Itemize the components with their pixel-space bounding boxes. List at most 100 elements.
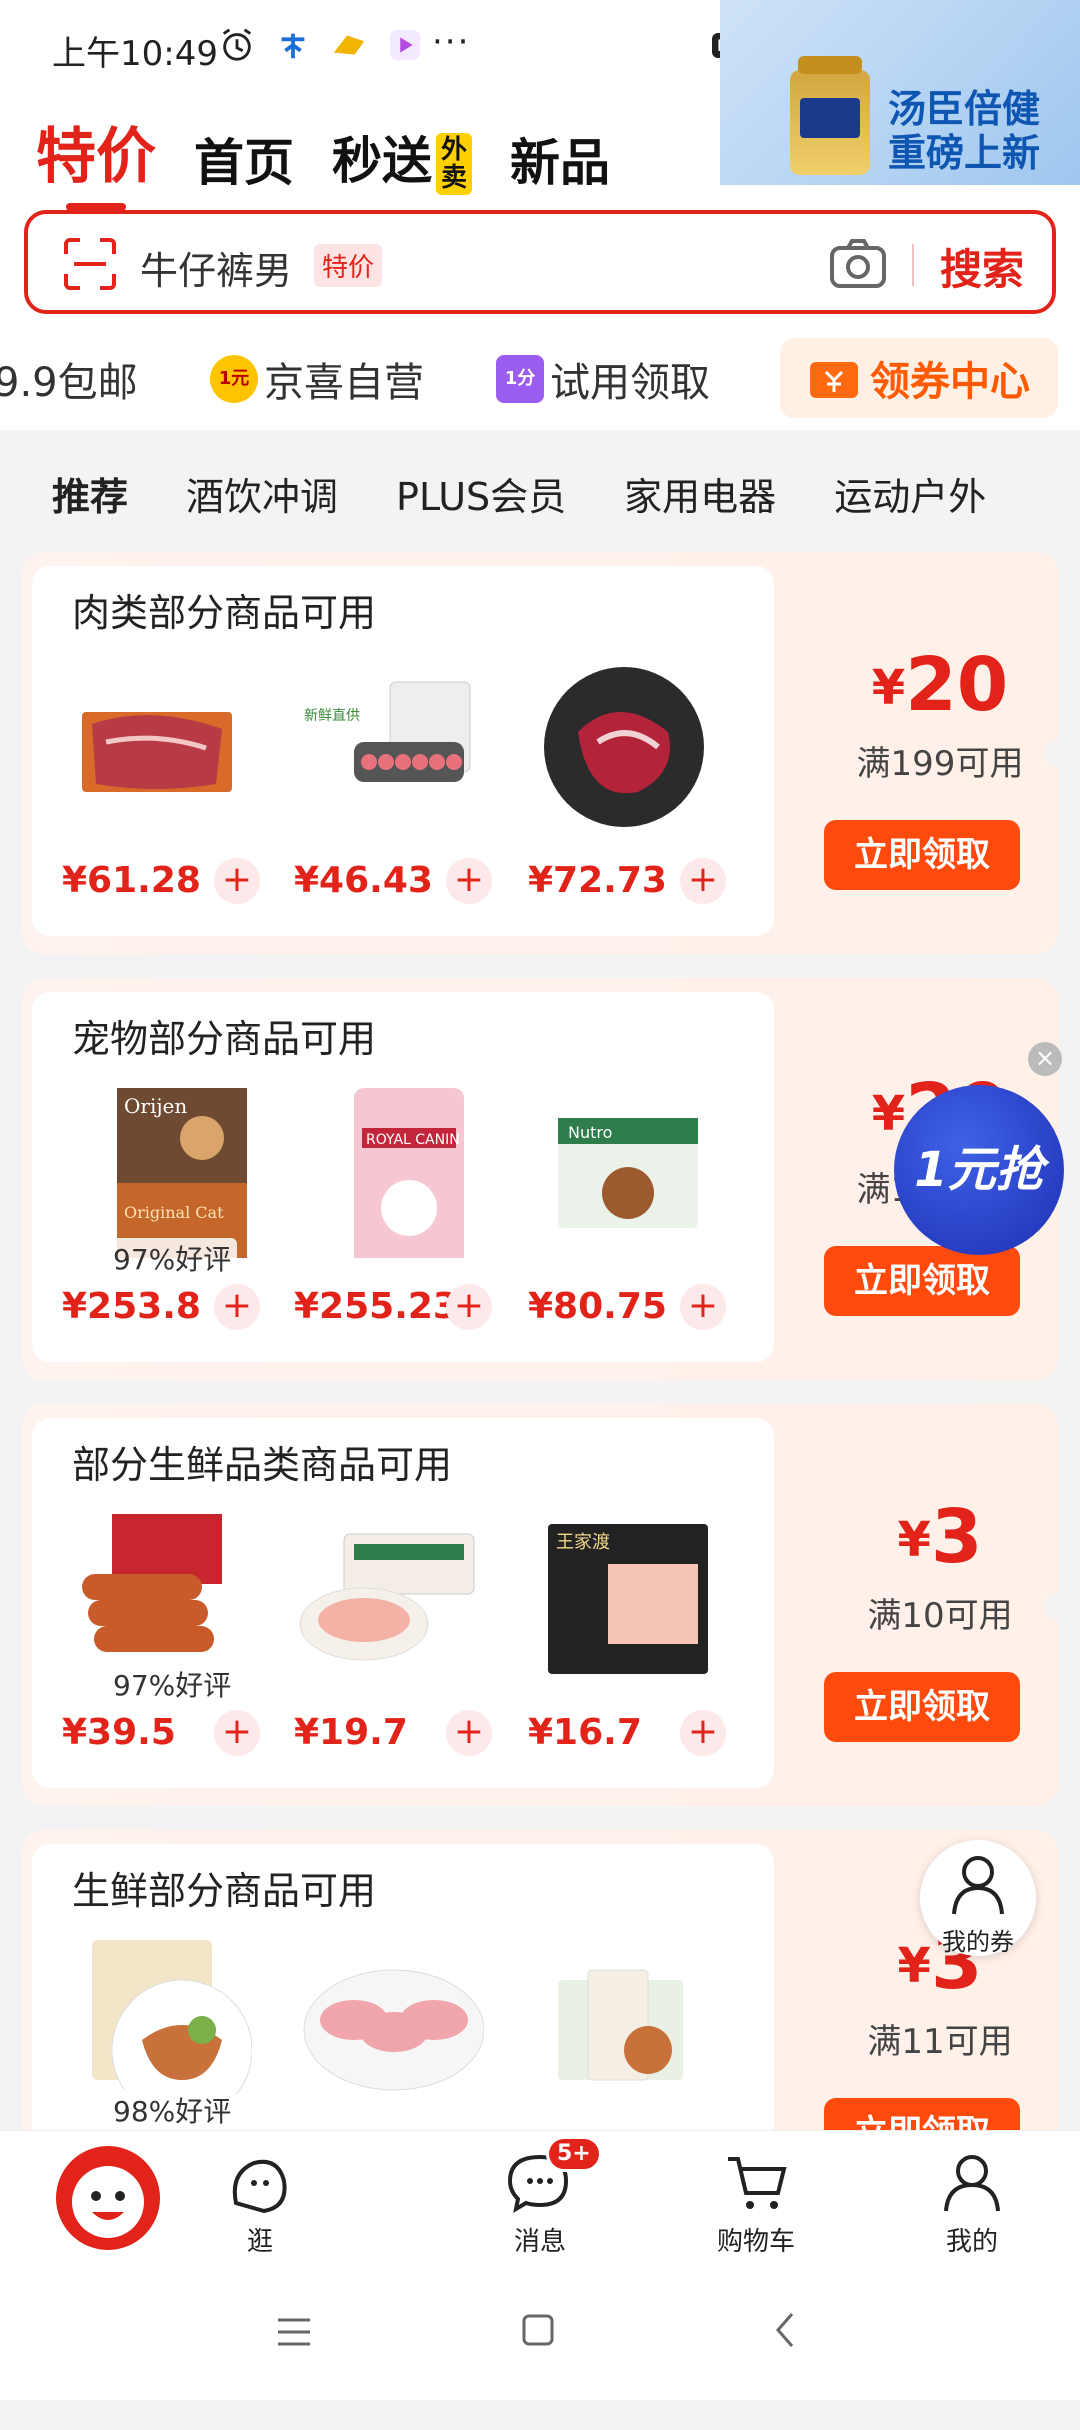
coupon-condition: 满10可用 — [867, 1596, 1013, 1636]
product-image: ROYAL CANIN — [354, 1088, 464, 1258]
system-navigation-bar — [0, 2280, 1080, 2400]
add-to-cart-button[interactable]: + — [680, 1710, 726, 1756]
product-price: ¥46.43 — [294, 860, 433, 901]
product-item[interactable]: ¥19.7 + — [284, 1514, 494, 1756]
scan-icon[interactable] — [62, 236, 118, 292]
back-icon[interactable] — [770, 2310, 800, 2350]
menu-icon[interactable] — [274, 2314, 314, 2350]
add-to-cart-button[interactable]: + — [680, 1284, 726, 1330]
nav-cart[interactable]: 购物车 — [696, 2151, 816, 2258]
coupon-title: 生鲜部分商品可用 — [72, 1869, 377, 1913]
shortcut-free-shipping[interactable]: 9.9包邮 — [0, 350, 138, 408]
claim-coupon-button[interactable]: 立即领取 — [824, 1246, 1020, 1316]
product-image — [82, 712, 232, 792]
add-to-cart-button[interactable]: + — [446, 1710, 492, 1756]
search-button[interactable]: 搜索 — [940, 236, 1024, 297]
product-item[interactable]: ¥61.28 + — [52, 662, 262, 904]
shortcut-row: 9.9包邮 1元 京喜自营 1分 试用领取 领券中心 — [0, 330, 1080, 430]
product-price: ¥16.7 — [528, 1712, 642, 1753]
product-image — [558, 1969, 683, 2081]
product-price: ¥61.28 — [62, 860, 201, 901]
search-bar[interactable]: 牛仔裤男 特价 搜索 — [24, 210, 1056, 314]
my-coupons-button[interactable]: 我的券 — [920, 1840, 1036, 1956]
nav-label: 逛 — [246, 2227, 273, 2257]
category-tab[interactable]: 酒饮冲调 — [186, 466, 338, 521]
svg-text:Nutro: Nutro — [568, 1123, 612, 1142]
one-yuan-badge-icon: 1元 — [210, 355, 258, 403]
camera-icon[interactable] — [828, 236, 888, 292]
product-image — [303, 1969, 484, 2091]
divider — [912, 244, 914, 286]
product-image — [299, 1533, 475, 1661]
nav-label: 我的 — [945, 2227, 998, 2257]
nav-label: 购物车 — [716, 2227, 795, 2257]
product-item[interactable]: 97%好评 ¥39.5 + — [52, 1514, 262, 1756]
svg-text:王家渡: 王家渡 — [556, 1532, 610, 1553]
svg-text:Original Cat: Original Cat — [124, 1203, 224, 1222]
coupon-amount: ¥20 — [871, 642, 1009, 728]
category-tab[interactable]: PLUS会员 — [396, 466, 566, 521]
product-price: ¥80.75 — [528, 1286, 667, 1327]
shortcut-label: 试用领取 — [550, 360, 710, 406]
coupon-center-button[interactable]: 领券中心 — [780, 338, 1058, 418]
coupon-card[interactable]: 肉类部分商品可用 ¥61.28 + 新鲜直供 ¥46.43 + ¥72.73 +… — [22, 552, 1058, 954]
add-to-cart-button[interactable]: + — [214, 1284, 260, 1330]
claim-coupon-button[interactable]: 立即领取 — [824, 1672, 1020, 1742]
shortcut-jingxi[interactable]: 1元 京喜自营 — [210, 350, 424, 408]
product-item[interactable]: ¥72.73 + — [518, 662, 728, 904]
category-tab[interactable]: 家用电器 — [624, 466, 776, 521]
cart-icon — [728, 2157, 787, 2209]
close-icon[interactable]: × — [1028, 1042, 1062, 1076]
tab-special-price[interactable]: 特价 — [36, 108, 156, 211]
product-item[interactable]: 新鲜直供 ¥46.43 + — [284, 662, 494, 904]
search-input[interactable]: 牛仔裤男 — [140, 240, 292, 295]
my-coupons-label: 我的券 — [942, 1928, 1014, 1956]
tab-label: 秒送 — [332, 131, 432, 190]
coupon-card[interactable]: 部分生鲜品类商品可用 97%好评 ¥39.5 + ¥19.7 + 王家渡 ¥16… — [22, 1404, 1058, 1806]
product-price: ¥253.8 — [62, 1286, 201, 1327]
mascot-icon — [72, 2166, 144, 2238]
one-cent-badge-icon: 1分 — [496, 355, 544, 403]
coupon-products: 宠物部分商品可用 Orijen Original Cat 97%好评 ¥253.8… — [32, 992, 774, 1362]
coupon-icon — [810, 362, 858, 398]
takeout-tag: 外卖 — [436, 133, 472, 195]
nav-me[interactable]: 我的 — [912, 2151, 1032, 2258]
category-tab[interactable]: 运动户外 — [834, 466, 986, 521]
shortcut-label: 9.9包邮 — [0, 360, 138, 406]
product-image — [544, 667, 704, 827]
ad-banner[interactable]: 汤臣倍健 重磅上新 — [720, 0, 1080, 185]
product-price: ¥19.7 — [294, 1712, 408, 1753]
tab-home[interactable]: 首页 — [194, 123, 294, 195]
one-yuan-promo-float[interactable]: 1元抢 — [894, 1085, 1064, 1255]
product-item[interactable]: Orijen Original Cat 97%好评 ¥253.8 + — [52, 1088, 262, 1330]
category-tab[interactable]: 推荐 — [52, 466, 128, 521]
app-notify-icon — [333, 35, 365, 55]
shortcut-label: 京喜自营 — [264, 360, 424, 406]
tab-instant-delivery[interactable]: 秒送 外卖 — [332, 121, 472, 195]
add-to-cart-button[interactable]: + — [214, 858, 260, 904]
product-item[interactable]: Nutro ¥80.75 + — [518, 1088, 728, 1330]
svg-text:新鲜直供: 新鲜直供 — [304, 707, 360, 724]
home-icon[interactable] — [520, 2312, 556, 2348]
shortcut-trial[interactable]: 1分 试用领取 — [496, 350, 710, 408]
coupon-title: 部分生鲜品类商品可用 — [72, 1443, 453, 1487]
message-count-badge: 5+ — [546, 2136, 602, 2172]
add-to-cart-button[interactable]: + — [680, 858, 726, 904]
status-time: 上午10:49 — [52, 34, 218, 74]
user-icon — [944, 2155, 1000, 2212]
claim-coupon-button[interactable]: 立即领取 — [824, 820, 1020, 890]
tab-new-products[interactable]: 新品 — [510, 123, 610, 195]
ad-subtitle: 重磅上新 — [888, 131, 1041, 175]
category-tabs: 推荐 酒饮冲调 PLUS会员 家用电器 运动户外 — [52, 466, 986, 521]
add-to-cart-button[interactable]: + — [214, 1710, 260, 1756]
nav-browse[interactable]: 逛 — [200, 2151, 320, 2258]
svg-text:ROYAL CANIN: ROYAL CANIN — [366, 1132, 460, 1148]
browse-icon — [232, 2159, 287, 2214]
add-to-cart-button[interactable]: + — [446, 1284, 492, 1330]
product-rating: 97%好评 — [107, 1664, 238, 1704]
product-item[interactable]: ROYAL CANIN ¥255.23 + — [284, 1088, 494, 1330]
jd-home-logo-icon[interactable] — [56, 2146, 160, 2250]
product-item[interactable]: 王家渡 ¥16.7 + — [518, 1514, 728, 1756]
add-to-cart-button[interactable]: + — [446, 858, 492, 904]
product-image — [92, 1940, 252, 2110]
